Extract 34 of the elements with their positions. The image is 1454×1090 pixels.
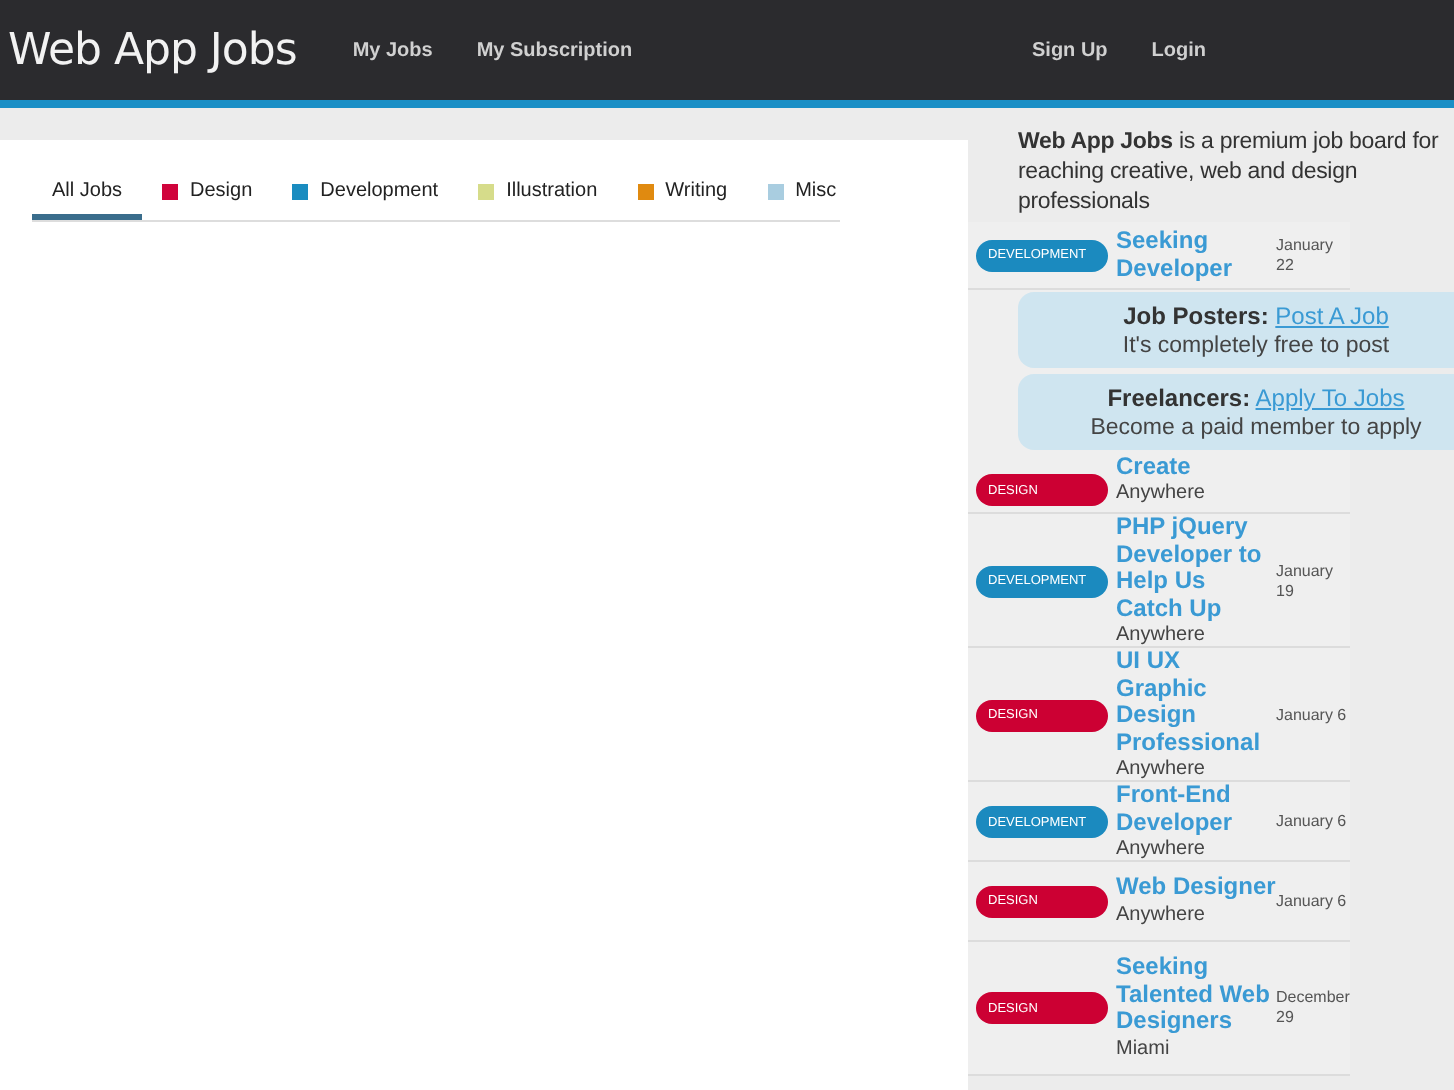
- job-location: Anywhere: [1116, 622, 1207, 648]
- intro-text: Web App Jobs is a premium job board for reaching creative, web and design professionals: [1016, 128, 1441, 218]
- job-date: January 6: [1276, 891, 1349, 911]
- account-link[interactable]: Sign Up: [1032, 39, 1108, 61]
- job-location: Miami: [1116, 1035, 1172, 1062]
- callout-heading: Freelancers: Apply To Jobs: [1107, 384, 1405, 412]
- tab-label: Misc: [795, 180, 837, 202]
- job-location: Anywhere: [1116, 901, 1207, 928]
- category-tab[interactable]: Writing: [617, 172, 748, 220]
- job-location: Anywhere: [1116, 836, 1207, 862]
- tab-label: Development: [320, 180, 439, 202]
- nav-link[interactable]: My Jobs: [352, 39, 433, 61]
- callout-note: It's completely free to post: [1122, 334, 1390, 358]
- tab-label: Writing: [665, 180, 728, 202]
- job-date: January 19: [1276, 561, 1335, 601]
- job-date: December 29: [1276, 988, 1350, 1028]
- job-date: January 22: [1276, 235, 1335, 275]
- tab-label: All Jobs: [52, 180, 123, 202]
- category-tab[interactable]: All Jobs: [32, 172, 143, 220]
- tab-label: Design: [190, 180, 253, 202]
- category-tab[interactable]: Misc: [747, 172, 857, 220]
- job-date: January 6: [1276, 812, 1349, 832]
- account-link[interactable]: Login: [1151, 39, 1206, 61]
- callout-heading: Job Posters: Post A Job: [1123, 302, 1389, 330]
- callout-note: Become a paid member to apply: [1090, 416, 1422, 440]
- tab-label: Illustration: [506, 180, 598, 202]
- category-tab[interactable]: Design: [142, 172, 273, 220]
- site-logo[interactable]: Web App Jobs: [8, 25, 297, 75]
- nav-link[interactable]: My Subscription: [476, 39, 633, 61]
- job-location: Anywhere: [1116, 756, 1207, 782]
- job-date: January 6: [1276, 705, 1349, 725]
- job-location: Anywhere: [1116, 480, 1207, 506]
- category-tab[interactable]: Development: [272, 172, 459, 220]
- category-tab[interactable]: Illustration: [458, 172, 618, 220]
